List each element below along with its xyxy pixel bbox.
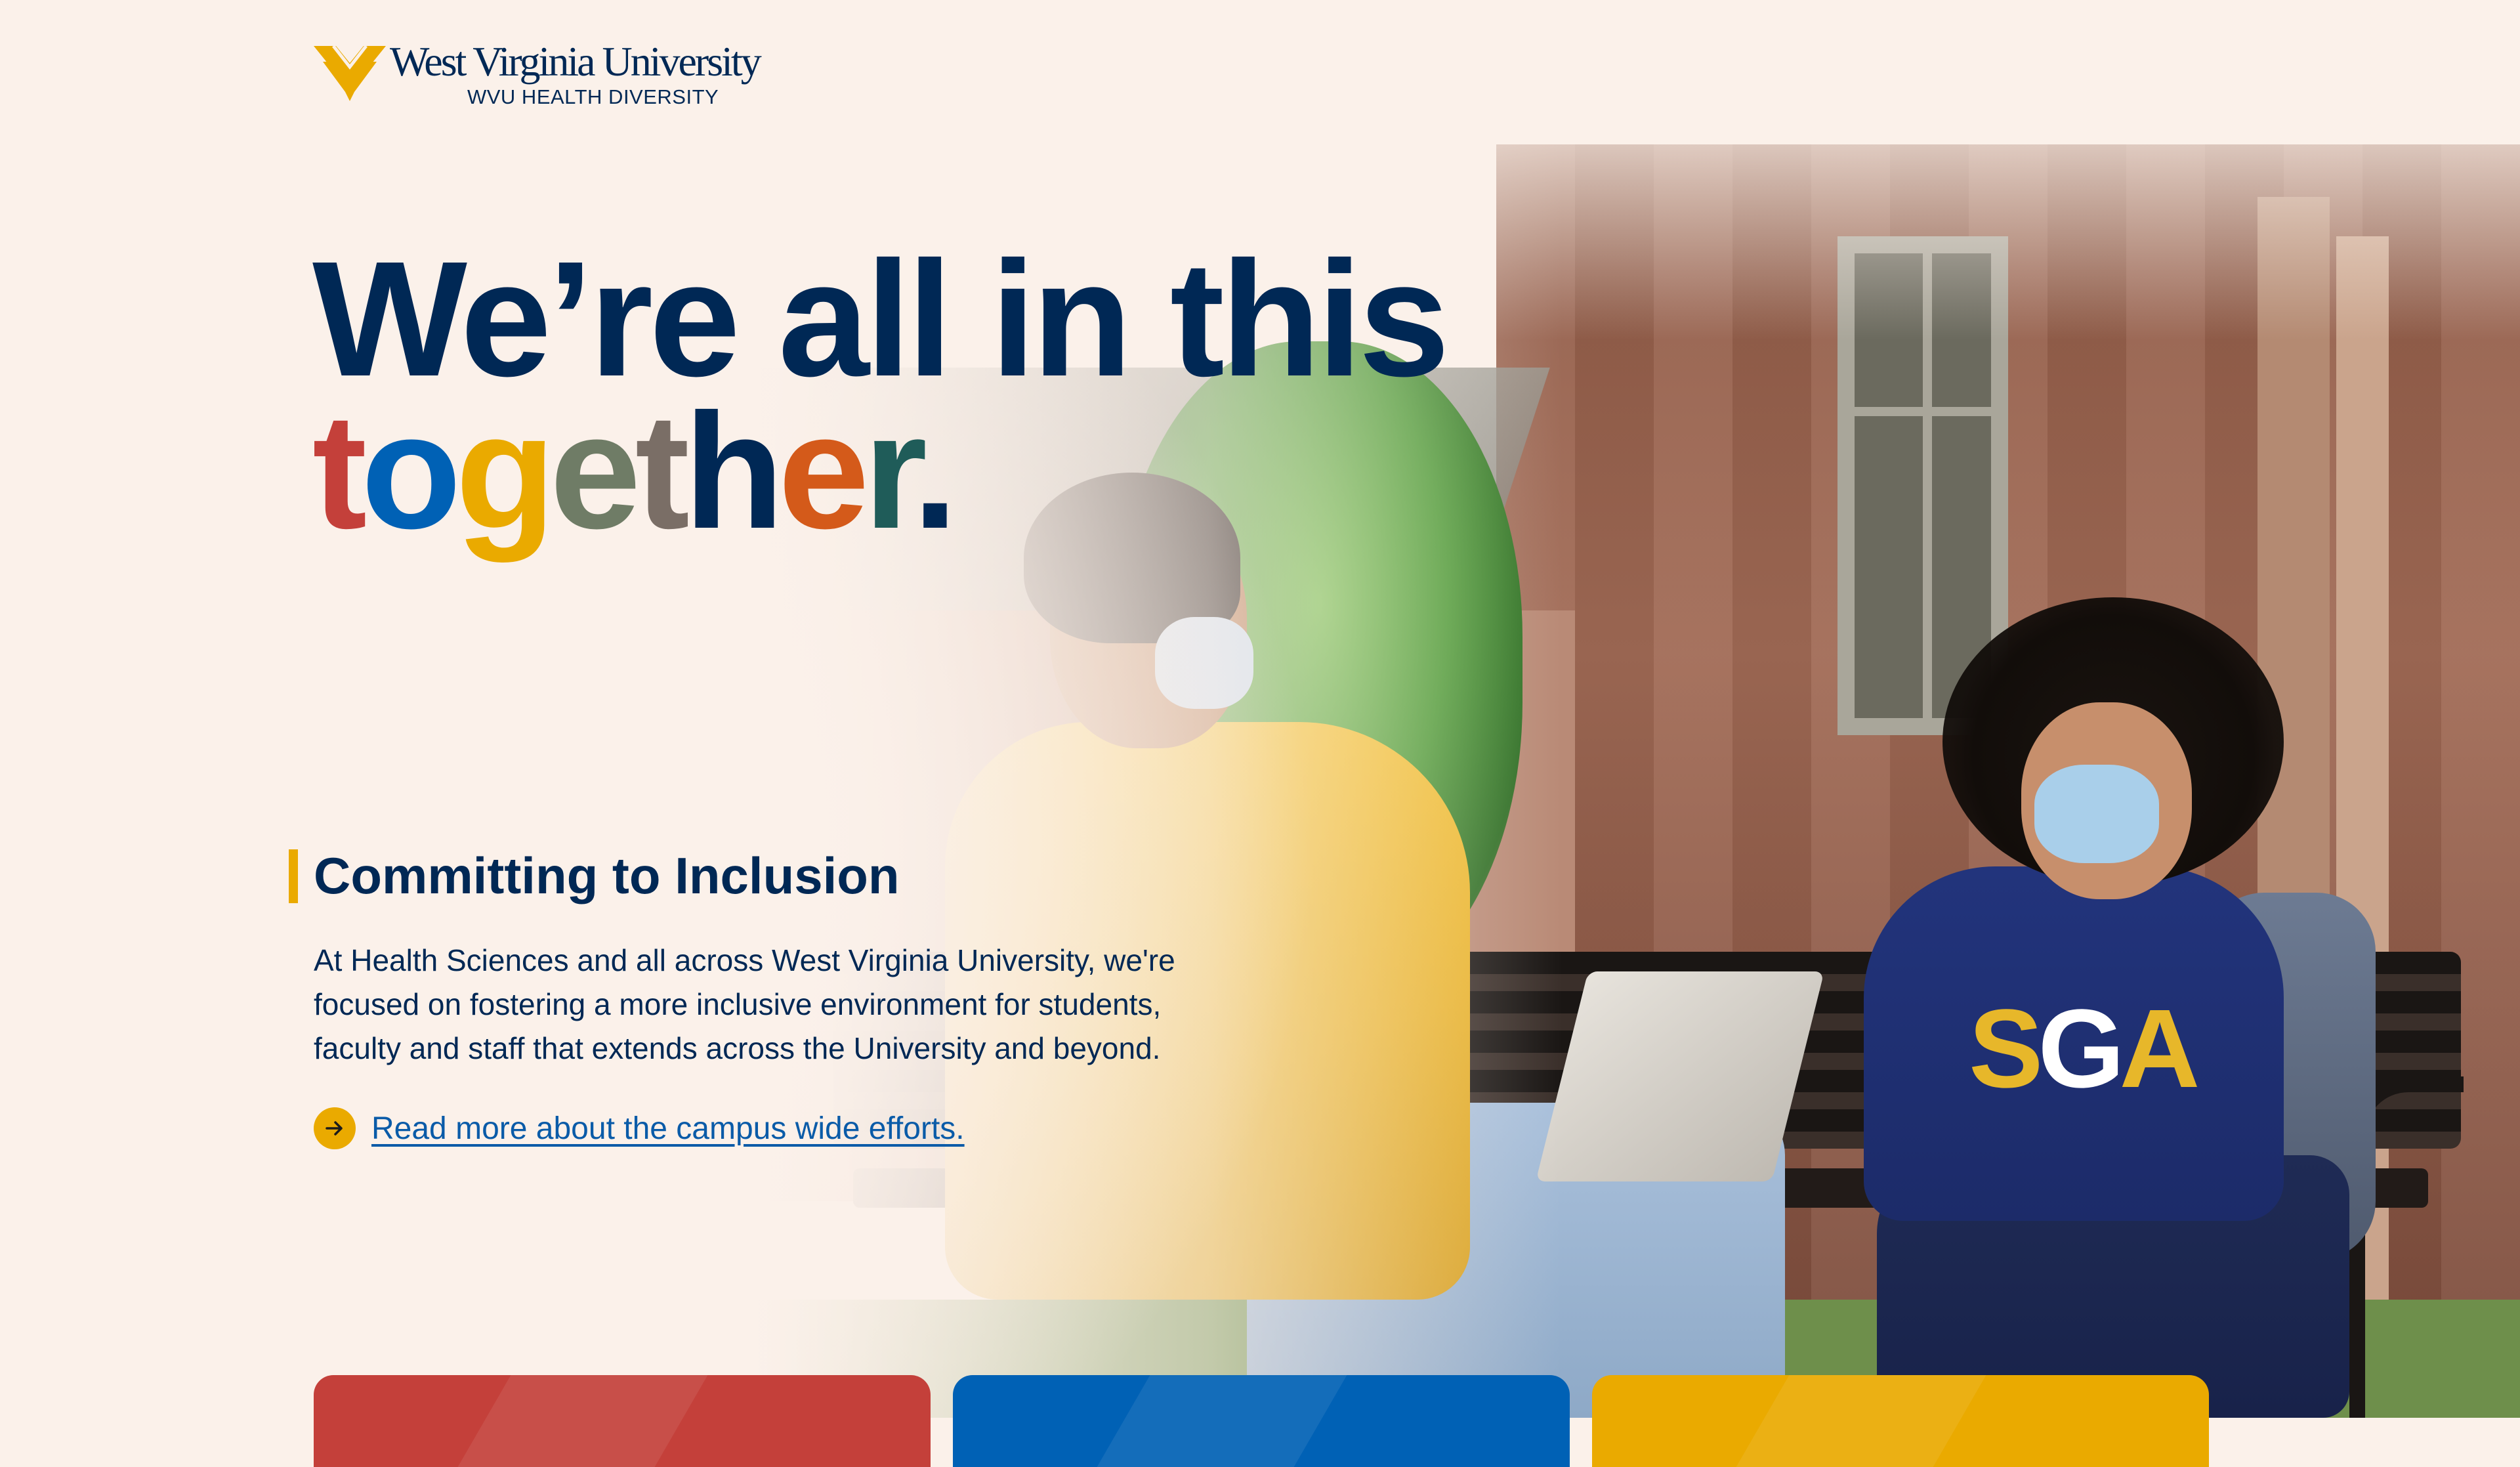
flying-wv-icon <box>314 41 386 106</box>
hero-headline: We’re all in this together. <box>312 237 1450 553</box>
headline-letter: r <box>863 379 918 563</box>
inclusion-section: Committing to Inclusion At Health Scienc… <box>289 847 1234 1149</box>
feature-card-gold[interactable] <box>1592 1375 2209 1467</box>
headline-letter: h <box>684 379 784 563</box>
headline-letter: o <box>361 379 461 563</box>
read-more-cta[interactable]: Read more about the campus wide efforts. <box>314 1107 1234 1149</box>
feature-card-blue[interactable] <box>953 1375 1570 1467</box>
section-body: At Health Sciences and all across West V… <box>314 943 1175 1065</box>
headline-line-2: together. <box>312 389 1446 553</box>
university-name: West Virginia University <box>390 38 762 85</box>
section-accent-bar <box>289 849 298 903</box>
wvu-logo-link[interactable]: West Virginia University WVU HEALTH DIVE… <box>314 38 762 109</box>
logo-text: West Virginia University WVU HEALTH DIVE… <box>390 38 762 109</box>
headline-letter: . <box>912 379 958 563</box>
section-title: Committing to Inclusion <box>314 847 900 904</box>
arrow-right-icon[interactable] <box>314 1107 356 1149</box>
headline-letter: t <box>312 379 367 563</box>
headline-letter: e <box>549 379 641 563</box>
hero-fade-overlay <box>0 0 2520 1418</box>
headline-letter: t <box>635 379 690 563</box>
read-more-link[interactable]: Read more about the campus wide efforts. <box>371 1111 965 1147</box>
headline-letter: g <box>455 379 556 563</box>
feature-cards <box>314 1375 2209 1467</box>
feature-card-red[interactable] <box>314 1375 931 1467</box>
headline-letter: e <box>778 379 870 563</box>
site-name: WVU HEALTH DIVERSITY <box>467 85 719 108</box>
